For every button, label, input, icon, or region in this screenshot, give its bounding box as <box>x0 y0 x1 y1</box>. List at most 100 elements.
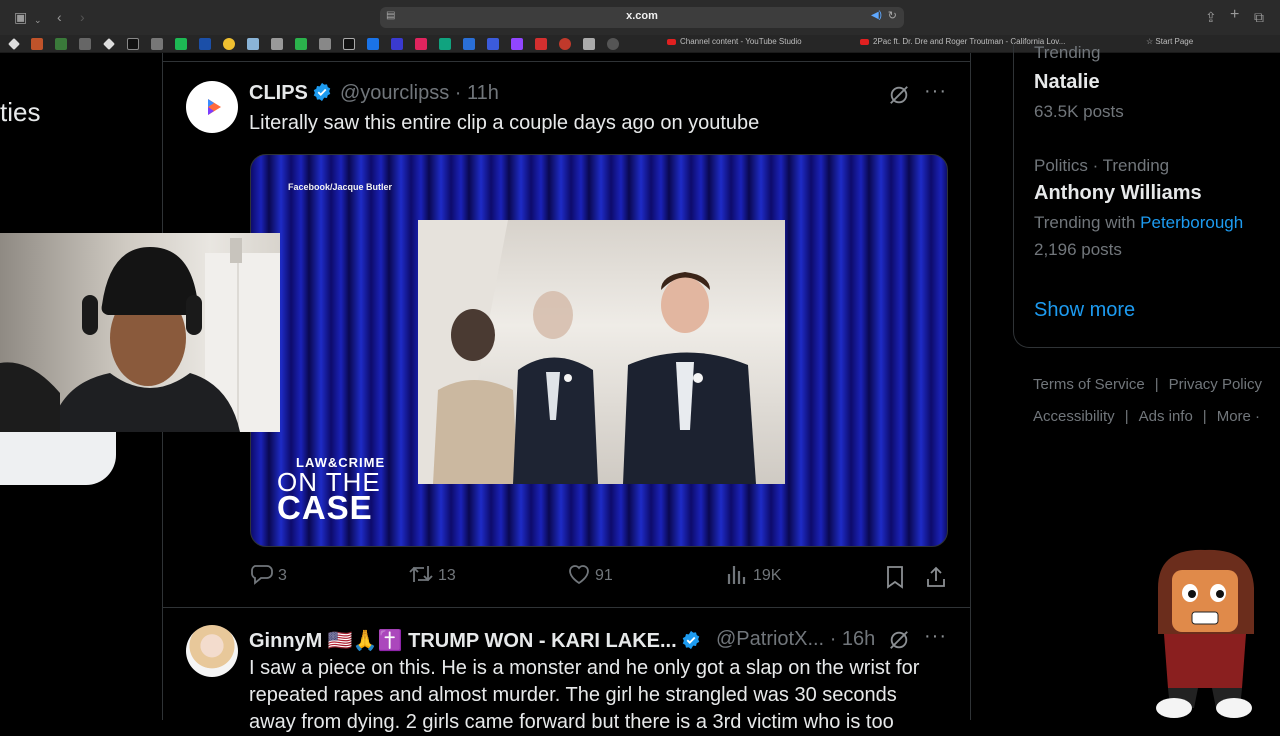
media-credit: Facebook/Jacque Butler <box>288 182 393 192</box>
paypal-bookmark-icon[interactable] <box>199 38 211 50</box>
cartoon-mascot-overlay <box>1156 549 1254 718</box>
bookmark-icon[interactable] <box>8 38 20 50</box>
sidebar-toggle-icon[interactable]: ▣ <box>14 9 27 25</box>
kick-bookmark-icon[interactable] <box>295 38 307 50</box>
tab-overview-icon[interactable]: ⧉ <box>1254 9 1264 25</box>
download-bookmark-icon[interactable] <box>535 38 547 50</box>
terms-link[interactable]: Terms of Service <box>1033 376 1145 393</box>
webcam-overlay <box>0 233 280 432</box>
tweet-text: I saw a piece on this. He is a monster a… <box>249 657 920 733</box>
video-frame <box>418 220 785 484</box>
left-nav-label[interactable]: ties <box>0 97 40 128</box>
author-name: CLIPS <box>249 82 308 104</box>
bookmark-icon[interactable] <box>223 38 235 50</box>
trend-count: 2,196 posts <box>1034 240 1122 259</box>
bookmark-icon[interactable] <box>247 38 259 50</box>
bookmark-icon[interactable] <box>583 38 595 50</box>
tweet-author[interactable]: CLIPS <box>249 82 332 105</box>
bookmark-icon[interactable] <box>271 38 283 50</box>
new-tab-icon[interactable]: + <box>1230 7 1239 23</box>
tiktok-bookmark-icon[interactable] <box>343 38 355 50</box>
bookmark-icon[interactable] <box>55 38 67 50</box>
grok-icon[interactable] <box>888 629 910 651</box>
more-options-icon[interactable]: ··· <box>924 625 947 648</box>
tweet-handle[interactable]: @yourclipss · 11h <box>340 82 499 105</box>
verified-badge-icon <box>682 630 699 650</box>
show-more-link[interactable]: Show more <box>1034 299 1135 322</box>
tweet-time: · 16h <box>829 628 876 650</box>
spotify-bookmark-icon[interactable] <box>175 38 187 50</box>
chevron-down-icon[interactable]: ⌄ <box>34 12 42 28</box>
youtube-icon <box>667 38 676 45</box>
separator: | <box>1154 376 1159 393</box>
trend-name[interactable]: Natalie <box>1034 71 1100 94</box>
share-icon[interactable] <box>925 565 947 589</box>
tweet-handle[interactable]: @PatriotX... · 16h <box>716 628 875 651</box>
repost-icon <box>409 566 433 582</box>
webcam-image <box>0 238 280 432</box>
more-options-icon[interactable]: ··· <box>924 80 947 103</box>
repost-count: 13 <box>438 567 456 584</box>
handle-text: @PatriotX... <box>716 628 825 650</box>
bookmark-icon[interactable] <box>607 38 619 50</box>
views-chart-icon <box>727 566 746 584</box>
author-name: GinnyM 🇺🇸🙏✝️ TRUMP WON - KARI LAKE... <box>249 630 677 652</box>
reply-icon <box>251 565 273 585</box>
trending-with-link[interactable]: Peterborough <box>1140 213 1243 232</box>
bookmark-icon[interactable] <box>884 565 906 589</box>
separator: | <box>1124 408 1129 425</box>
timeline: CLIPS @yourclipss · 11h ··· Literally sa… <box>162 53 971 733</box>
views-button[interactable]: 19K <box>725 563 781 585</box>
sound-icon[interactable]: ◀) <box>871 10 882 21</box>
avatar[interactable] <box>186 81 238 133</box>
overlay-panel <box>0 432 116 485</box>
bookmark-icon[interactable] <box>79 38 91 50</box>
views-count: 19K <box>753 567 782 584</box>
handle-text: @yourclipss <box>340 82 450 104</box>
trend-category: Politics · Trending <box>1034 156 1170 175</box>
tweet-divider <box>163 607 970 608</box>
like-count: 91 <box>595 567 613 584</box>
forward-icon[interactable]: › <box>80 9 85 25</box>
bookmark-icon[interactable] <box>31 38 43 50</box>
tweet-media-video[interactable]: Facebook/Jacque Butler LAW&CRIME ON THE … <box>250 154 948 547</box>
clips-logo-icon <box>208 99 221 115</box>
tweet-author[interactable]: GinnyM 🇺🇸🙏✝️ TRUMP WON - KARI LAKE... <box>249 628 701 653</box>
bookmark-icon[interactable] <box>463 38 475 50</box>
reply-count: 3 <box>278 567 287 584</box>
tab-youtube-studio[interactable]: Channel content - YouTube Studio <box>667 37 802 46</box>
ads-info-link[interactable]: Ads info <box>1139 408 1193 425</box>
repost-button[interactable]: 13 <box>408 563 456 585</box>
avatar[interactable] <box>186 625 238 677</box>
reload-icon[interactable]: ↻ <box>888 9 897 22</box>
more-link[interactable]: More · <box>1217 408 1260 425</box>
bookmark-icon[interactable] <box>391 38 403 50</box>
divider <box>163 61 970 62</box>
bookmark-icon[interactable] <box>319 38 331 50</box>
bookmark-icon[interactable] <box>367 38 379 50</box>
accessibility-link[interactable]: Accessibility <box>1033 408 1115 425</box>
bookmark-icon[interactable] <box>559 38 571 50</box>
trend-name[interactable]: Anthony Williams <box>1034 182 1202 205</box>
back-icon[interactable]: ‹ <box>57 9 62 25</box>
bookmark-icon[interactable] <box>151 38 163 50</box>
youtube-icon <box>860 38 869 45</box>
grok-icon[interactable] <box>888 84 910 106</box>
privacy-link[interactable]: Privacy Policy <box>1169 376 1262 393</box>
logo-case: CASE <box>277 489 373 526</box>
twitch-bookmark-icon[interactable] <box>511 38 523 50</box>
x-bookmark-icon[interactable] <box>127 38 139 50</box>
bookmark-icon[interactable] <box>439 38 451 50</box>
address-bar[interactable]: ▤ x.com ◀) ↻ <box>380 7 904 28</box>
reply-button[interactable]: 3 <box>250 563 287 585</box>
like-button[interactable]: 91 <box>567 563 613 585</box>
bookmark-icon[interactable] <box>415 38 427 50</box>
footer-row-2: Accessibility | Ads info | More · <box>1033 408 1260 425</box>
tweet-text: Literally saw this entire clip a couple … <box>249 112 760 134</box>
share-icon[interactable]: ⇪ <box>1205 9 1217 25</box>
video-frame-image <box>418 220 756 484</box>
verified-badge-icon <box>313 82 331 102</box>
tab-label: Channel content - YouTube Studio <box>680 37 802 46</box>
bookmark-icon[interactable] <box>103 38 115 50</box>
bookmark-icon[interactable] <box>487 38 499 50</box>
